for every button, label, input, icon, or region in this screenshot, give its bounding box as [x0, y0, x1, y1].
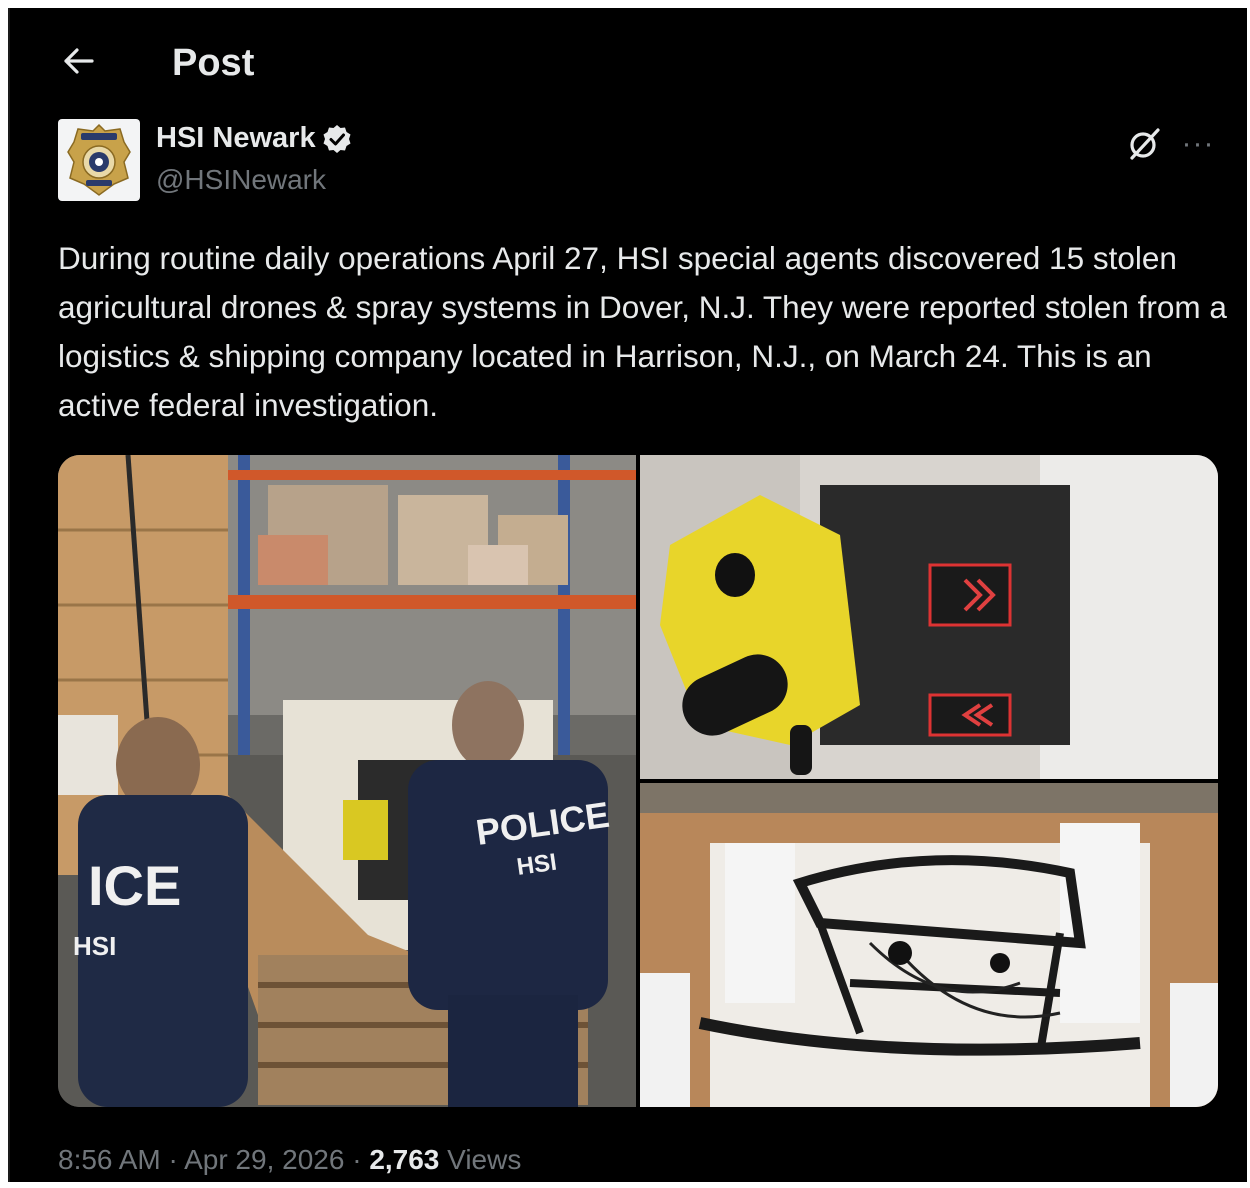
- drone-photo-image: [640, 455, 1218, 779]
- photo-spray-frame[interactable]: [640, 783, 1218, 1107]
- arrow-left-icon: [64, 48, 94, 74]
- grok-button[interactable]: [1124, 124, 1164, 164]
- photo-warehouse-agents[interactable]: ICE HSI POLICE HSI: [58, 455, 636, 1107]
- more-options-button[interactable]: ···: [1176, 124, 1220, 164]
- warehouse-photo-image: ICE HSI POLICE HSI: [58, 455, 636, 1107]
- views-label: Views: [439, 1144, 522, 1175]
- post-meta: 8:56 AM · Apr 29, 2026 · 2,763 Views: [58, 1144, 521, 1176]
- media-grid: ICE HSI POLICE HSI: [58, 455, 1218, 1107]
- post-text: During routine daily operations April 27…: [58, 240, 1227, 423]
- spray-frame-photo-image: [640, 783, 1218, 1107]
- jacket-text-hsi-left: HSI: [73, 931, 116, 961]
- post-time[interactable]: 8:56 AM: [58, 1144, 161, 1175]
- avatar[interactable]: [58, 119, 140, 201]
- post-page: Post HSI Newark @HSINewark ··· During ro…: [8, 8, 1247, 1182]
- top-bar: Post: [8, 30, 1247, 92]
- jacket-text-ice: ICE: [88, 854, 181, 917]
- verified-badge-icon: [323, 124, 351, 153]
- author-display-name[interactable]: HSI Newark: [156, 122, 316, 155]
- author-name-row[interactable]: HSI Newark: [156, 122, 352, 155]
- meta-separator-2: ·: [344, 1144, 370, 1175]
- page-title: Post: [172, 42, 255, 84]
- post-date[interactable]: Apr 29, 2026: [184, 1144, 344, 1175]
- hsi-badge-logo: [67, 123, 131, 196]
- meta-separator: ·: [160, 1144, 185, 1175]
- back-button[interactable]: [56, 38, 102, 84]
- more-horizontal-icon: ···: [1181, 127, 1215, 160]
- grok-icon: [1130, 128, 1160, 160]
- divider: [8, 8, 10, 1182]
- jacket-text-hsi: HSI: [515, 849, 558, 881]
- author-handle[interactable]: @HSINewark: [156, 164, 326, 196]
- views-count[interactable]: 2,763: [369, 1144, 439, 1175]
- photo-yellow-drone[interactable]: [640, 455, 1218, 779]
